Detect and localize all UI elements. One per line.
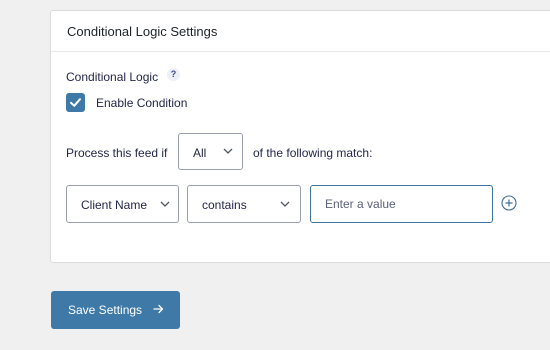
rule-operator-value: contains [202, 198, 247, 212]
match-type-value: All [193, 146, 207, 160]
panel-title: Conditional Logic Settings [51, 11, 550, 52]
enable-condition-checkbox[interactable] [66, 93, 85, 112]
rule-field-value: Client Name [81, 198, 148, 212]
match-type-select[interactable]: All [178, 133, 243, 170]
chevron-down-icon [280, 201, 290, 207]
conditional-logic-panel: Conditional Logic Settings Conditional L… [50, 10, 550, 263]
enable-condition-label[interactable]: Enable Condition [96, 96, 187, 110]
plus-circle-icon[interactable] [501, 195, 517, 211]
save-settings-label: Save Settings [68, 303, 143, 317]
process-feed-prefix: Process this feed if [66, 146, 168, 160]
chevron-down-icon [160, 201, 170, 207]
chevron-down-icon [223, 148, 233, 154]
arrow-right-icon [153, 304, 164, 314]
process-feed-suffix: of the following match: [253, 146, 373, 160]
rule-operator-select[interactable]: contains [187, 185, 301, 223]
checkmark-icon [70, 98, 81, 107]
rule-field-select[interactable]: Client Name [66, 185, 179, 223]
save-settings-button[interactable]: Save Settings [51, 291, 180, 329]
help-icon[interactable]: ? [167, 68, 180, 81]
rule-value-input[interactable] [310, 185, 493, 223]
conditional-logic-label: Conditional Logic [66, 70, 159, 84]
